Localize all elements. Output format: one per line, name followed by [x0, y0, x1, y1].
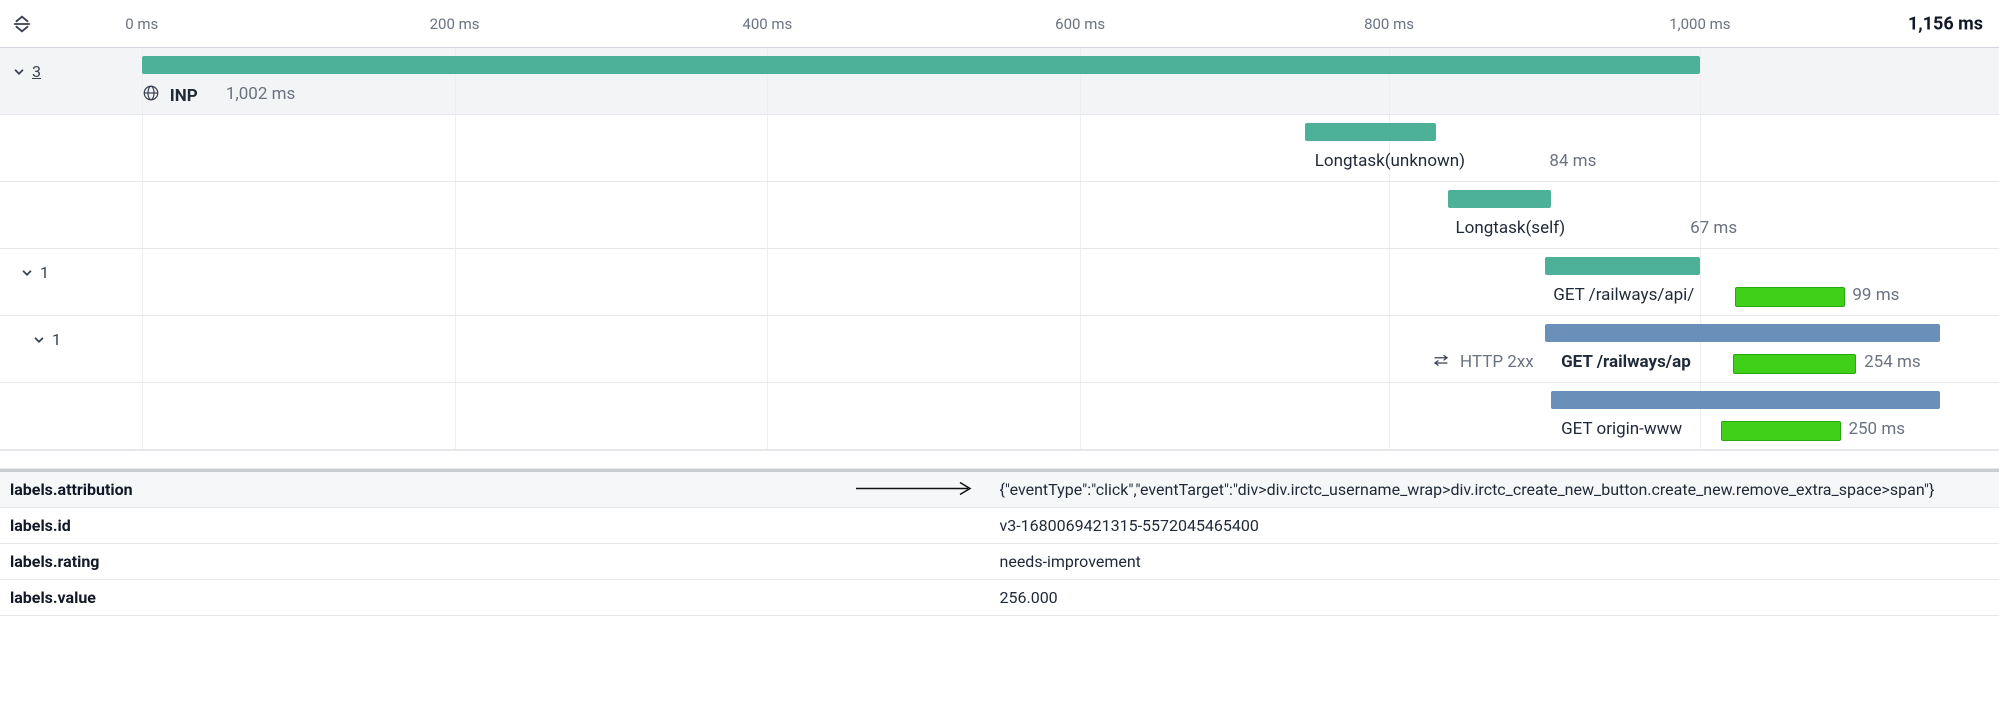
globe-icon [142, 84, 160, 107]
row-gutter [0, 383, 44, 449]
ruler-track: 0 ms 200 ms 400 ms 600 ms 800 ms 1,000 ms [44, 0, 1999, 47]
span-name: Longtask(unknown) [1315, 151, 1465, 171]
collapse-all-toggle[interactable] [0, 0, 44, 47]
row-gutter: 1 [0, 249, 44, 315]
row-gutter [0, 182, 44, 248]
span-bar[interactable] [1545, 324, 1940, 342]
waterfall-row[interactable]: Longtask(unknown) 84 ms [0, 115, 1999, 182]
row-gutter [0, 115, 44, 181]
ruler-tick: 800 ms [1364, 15, 1414, 33]
details-value: v3-1680069421315-5572045465400 [1000, 516, 1990, 535]
ruler-tick: 200 ms [430, 15, 480, 33]
span-duration: 1,002 ms [226, 84, 295, 104]
row-child-count: 3 [32, 62, 41, 81]
details-key: labels.id [10, 516, 1000, 535]
waterfall-row[interactable]: GET origin-www 250 ms [0, 383, 1999, 450]
span-bar[interactable] [1551, 391, 1940, 409]
details-key: labels.attribution [10, 480, 1000, 499]
waterfall-row[interactable]: 3 INP 1,002 ms [0, 48, 1999, 115]
details-value: {"eventType":"click","eventTarget":"div>… [1000, 480, 1990, 499]
http-status-badge: HTTP 2xx [1460, 352, 1534, 372]
details-row: labels.attribution{"eventType":"click","… [0, 472, 1999, 508]
arrow-icon [856, 480, 976, 499]
details-value: 256.000 [1000, 588, 1990, 607]
ruler-tick: 0 ms [125, 15, 158, 33]
span-bar[interactable] [1305, 123, 1436, 141]
details-table: labels.attribution{"eventType":"click","… [0, 469, 1999, 616]
details-key: labels.rating [10, 552, 1000, 571]
span-bar[interactable] [1545, 257, 1699, 275]
details-row: labels.value256.000 [0, 580, 1999, 616]
timeline-ruler: 0 ms 200 ms 400 ms 600 ms 800 ms 1,000 ms 1,1… [0, 0, 1999, 48]
span-name: GET /railways/ap [1561, 352, 1691, 372]
span-name: INP [170, 86, 198, 106]
redaction-bar [1733, 354, 1856, 374]
details-row: labels.idv3-1680069421315-5572045465400 [0, 508, 1999, 544]
ruler-tick: 1,000 ms [1669, 15, 1730, 33]
redaction-bar [1721, 421, 1840, 441]
span-name: GET /railways/api/ [1553, 285, 1694, 305]
row-expander[interactable]: 3 [12, 62, 41, 81]
redaction-bar [1735, 287, 1844, 307]
waterfall-row[interactable]: Longtask(self) 67 ms [0, 182, 1999, 249]
span-duration: 250 ms [1848, 419, 1905, 439]
details-row: labels.ratingneeds-improvement [0, 544, 1999, 580]
row-track: HTTP 2xx GET /railways/ap 254 ms [44, 316, 1999, 382]
row-track: Longtask(unknown) 84 ms [44, 115, 1999, 181]
ruler-tick: 600 ms [1055, 15, 1105, 33]
row-track: INP 1,002 ms [44, 48, 1999, 114]
row-track: GET origin-www 250 ms [44, 383, 1999, 449]
span-name: Longtask(self) [1456, 218, 1566, 238]
row-gutter: 1 [0, 316, 44, 382]
span-duration: 67 ms [1690, 218, 1737, 238]
waterfall-row[interactable]: 1 HTTP 2xx GET /railways/ap 254 ms [0, 316, 1999, 383]
span-duration: 84 ms [1549, 151, 1596, 171]
span-duration: 254 ms [1864, 352, 1921, 372]
details-key: labels.value [10, 588, 1000, 607]
details-value: needs-improvement [1000, 552, 1990, 571]
waterfall-row[interactable]: 1GET /railways/api/99 ms [0, 249, 1999, 316]
span-bar[interactable] [142, 56, 1700, 74]
span-duration: 99 ms [1852, 285, 1899, 305]
ruler-tick: 400 ms [742, 15, 792, 33]
span-bar[interactable] [1448, 190, 1552, 208]
row-track: Longtask(self) 67 ms [44, 182, 1999, 248]
http-response-icon [1432, 352, 1450, 372]
row-gutter: 3 [0, 48, 44, 114]
row-track: GET /railways/api/99 ms [44, 249, 1999, 315]
span-name: GET origin-www [1561, 419, 1682, 439]
waterfall: 3 INP1,002 msLongtask(unknown)84 msLongt… [0, 48, 1999, 451]
timeline-end-time: 1,156 ms [1908, 13, 1983, 34]
